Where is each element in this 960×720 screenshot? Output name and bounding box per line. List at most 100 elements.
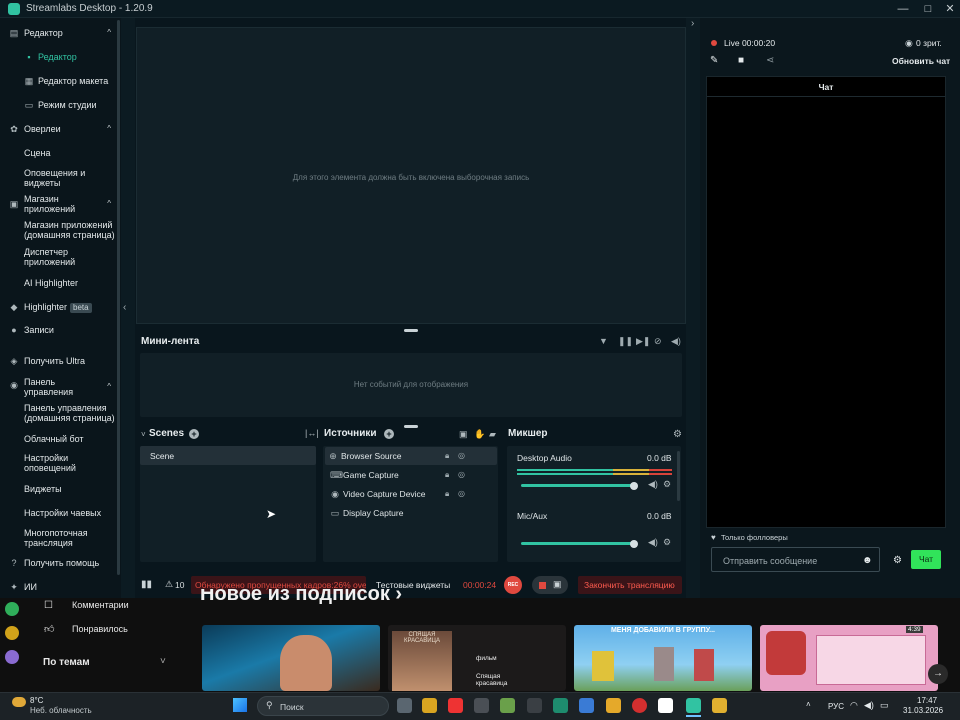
channel-avatar[interactable] (5, 626, 19, 640)
edit-icon[interactable]: ✎ (710, 55, 718, 66)
sidebar-collapse-strip[interactable]: ‹ (121, 18, 135, 598)
video-thumbnail[interactable]: МЕНЯ ДОБАВИЛИ В ГРУППУ... (574, 625, 752, 691)
chevron-up-icon[interactable]: ^ (107, 28, 111, 38)
lock-icon[interactable]: 🔒︎ (445, 447, 449, 465)
wifi-icon[interactable]: ◠ (850, 700, 858, 711)
app-icon[interactable] (553, 698, 568, 713)
channel-avatar[interactable] (5, 602, 19, 616)
chevron-up-icon[interactable]: ˄ (806, 700, 811, 709)
followers-only-label[interactable]: Только фолловеры (721, 533, 788, 542)
streamlabs-taskbar-icon[interactable] (686, 698, 701, 713)
source-item[interactable]: ▭ Display Capture (327, 504, 497, 522)
web-topics-header[interactable]: По темам (43, 657, 90, 668)
visibility-off-icon[interactable]: ◎ (458, 466, 465, 484)
taskbar-search[interactable]: ⚲ Поиск (257, 696, 389, 716)
opera-icon[interactable] (632, 698, 647, 713)
emoji-icon[interactable]: ☻ (862, 555, 873, 566)
share-icon[interactable]: ⋖ (766, 55, 774, 66)
sidebar-item-app-manager[interactable]: Диспетчер приложений (0, 247, 121, 269)
app-icon[interactable] (474, 698, 489, 713)
weather-temp[interactable]: 8°C (30, 696, 43, 705)
stream-preview[interactable]: Для этого элемента должна быть включена … (136, 27, 686, 324)
source-item[interactable]: ⌨ Game Capture 🔒︎ ◎ (327, 466, 497, 484)
arrow-right-icon[interactable]: → (928, 664, 948, 684)
web-liked-link[interactable]: Понравилось (72, 624, 128, 634)
volume-icon[interactable]: ◀) (864, 700, 874, 711)
volume-slider[interactable] (521, 542, 634, 545)
video-thumbnail[interactable]: СПЯЩАЯ КРАСАВИЦА фильм Спящая красавица (388, 625, 566, 691)
weather-desc[interactable]: Неб. облачность (30, 706, 92, 715)
video-thumbnail[interactable]: 4:39 (760, 625, 938, 691)
stats-icon[interactable]: ▮▮ (141, 579, 152, 590)
file-explorer-icon[interactable] (422, 698, 437, 713)
lock-icon[interactable]: 🔒︎ (445, 466, 449, 484)
sidebar-item-app-store-home[interactable]: Магазин приложений (домашняя страница) (0, 220, 121, 242)
speaker-icon[interactable]: ◀) (648, 479, 658, 490)
end-stream-button[interactable]: Закончить трансляцию (578, 576, 682, 594)
chevron-up-icon[interactable]: ^ (107, 124, 111, 134)
speaker-icon[interactable]: ◀) (648, 537, 658, 548)
stop-icon[interactable] (539, 582, 546, 589)
gear-icon[interactable]: ⚙ (663, 479, 671, 490)
source-item[interactable]: ◉ Video Capture Device 🔒︎ ◎ (327, 485, 497, 503)
volume-slider-knob[interactable] (630, 482, 638, 490)
sidebar-scrollbar[interactable] (117, 20, 120, 575)
maximize-button[interactable]: □ (921, 2, 935, 16)
add-scene-icon[interactable]: + (189, 429, 199, 439)
web-comments-link[interactable]: Комментарии (72, 600, 129, 610)
add-source-icon[interactable]: + (384, 429, 394, 439)
chevron-up-icon[interactable]: ^ (107, 382, 111, 392)
visibility-off-icon[interactable]: ◎ (458, 485, 465, 503)
volume-slider-knob[interactable] (630, 540, 638, 548)
mixer-scrollbar[interactable] (677, 451, 680, 501)
chat-window[interactable]: Чат (706, 76, 946, 528)
sidebar-item-app-store[interactable]: ▣ Магазин приложений ^ (0, 194, 121, 216)
chevron-right-icon[interactable]: › (691, 18, 694, 29)
gear-icon[interactable]: ⚙ (663, 537, 671, 548)
send-chat-button[interactable]: Чат (911, 550, 941, 569)
clock-date[interactable]: 31.03.2026 (903, 706, 943, 715)
web-headline[interactable]: Новое из подписок › (200, 589, 402, 606)
task-view-icon[interactable] (397, 698, 412, 713)
gear-icon[interactable]: ⚙ (893, 555, 902, 566)
chevron-left-icon[interactable]: ‹ (123, 302, 126, 313)
input-language[interactable]: РУС (828, 702, 844, 711)
folder-icon[interactable] (606, 698, 621, 713)
sidebar-item-multistream[interactable]: Многопоточная трансляция (0, 528, 121, 550)
sidebar-item-dashboard-home[interactable]: Панель управления (домашняя страница) (0, 403, 121, 425)
refresh-chat-button[interactable]: Обновить чат (892, 56, 950, 66)
gear-icon[interactable]: ⚙ (673, 429, 682, 440)
app-icon[interactable] (712, 698, 727, 713)
sidebar-item-alerts-widgets[interactable]: Оповещения и виджеты (0, 168, 121, 190)
battery-icon[interactable]: ▭ (880, 700, 889, 711)
chevron-down-icon[interactable]: ˅ (141, 430, 146, 439)
yandex-browser-icon[interactable] (658, 698, 673, 713)
yandex-icon[interactable] (448, 698, 463, 713)
save-icon[interactable]: ▣ (553, 579, 562, 590)
skip-icon[interactable]: ▶❚ (636, 336, 650, 347)
visibility-off-icon[interactable]: ◎ (458, 447, 465, 465)
pause-icon[interactable]: ❚❚ (618, 336, 633, 347)
lock-icon[interactable]: 🔒︎ (445, 485, 449, 503)
close-button[interactable]: ✕ (943, 2, 957, 16)
minecraft-icon[interactable] (500, 698, 515, 713)
filter-icon[interactable]: ▼ (599, 336, 608, 346)
transition-icon[interactable]: |↔| (305, 428, 319, 438)
resize-handle[interactable] (404, 425, 418, 428)
chevron-up-icon[interactable]: ^ (107, 199, 111, 209)
source-item[interactable]: ⊕ Browser Source 🔒︎ ◎ (325, 447, 497, 465)
chevron-down-icon[interactable]: ˅ (160, 656, 166, 667)
chat-message-input[interactable]: Отправить сообщение ☻ (711, 547, 880, 572)
source-tool-icon[interactable]: ✋ (474, 429, 485, 440)
channel-avatar[interactable] (5, 650, 19, 664)
sidebar-item-alert-settings[interactable]: Настройки оповещений (0, 453, 121, 475)
heart-icon[interactable]: ♥ (711, 533, 716, 542)
volume-slider[interactable] (521, 484, 634, 487)
record-button[interactable]: REC (504, 576, 522, 594)
mute-alerts-icon[interactable]: ⊘ (654, 336, 662, 347)
scene-item[interactable]: Scene (140, 446, 316, 465)
app-icon[interactable] (579, 698, 594, 713)
replay-buffer-toggle[interactable]: ▣ (532, 576, 568, 594)
warning-icon[interactable]: ⚠ (165, 579, 173, 590)
camera-icon[interactable]: ■ (738, 55, 744, 66)
